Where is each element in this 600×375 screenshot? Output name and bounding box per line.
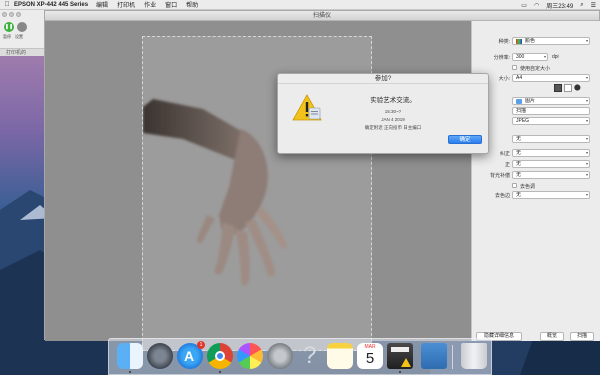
name-row: 扫描	[472, 107, 600, 116]
window-title: 扫描仪	[45, 11, 599, 21]
option-select-3[interactable]: 无 ▾	[512, 160, 590, 168]
folder-icon	[516, 99, 522, 104]
overview-button[interactable]: 概览	[540, 332, 564, 341]
name-input[interactable]: 扫描	[512, 107, 590, 115]
chevron-down-icon: ▾	[585, 118, 588, 123]
running-indicator	[399, 371, 401, 373]
close-icon[interactable]	[2, 12, 7, 17]
window-controls	[2, 12, 21, 17]
option-select-1[interactable]: 无 ▾	[512, 135, 590, 143]
warning-icon	[401, 358, 411, 367]
wifi-icon[interactable]: ◠	[534, 2, 539, 9]
menu-edit[interactable]: 编辑	[96, 0, 108, 9]
scan-settings-panel: 种类: 颜色 ▾ 分辨率: 300 ▾ dpi 使用自定大小 大小: A4 ▾	[471, 21, 600, 341]
warning-icon	[292, 94, 322, 121]
menu-bar:  EPSON XP-442 445 Series 编辑 打印机 作业 窗口 帮…	[0, 0, 600, 10]
settings-label: 设置	[15, 34, 23, 39]
trash-icon[interactable]	[461, 343, 487, 369]
option-row-1: 无 ▾	[472, 135, 600, 144]
apple-icon[interactable]: 	[0, 1, 14, 8]
backlight-row: 背光补偿 无 ▾	[489, 171, 590, 179]
alert-dialog: 参加? 实验艺术交流。 15:30~? JAN 4 2019 确定附近 正向投币…	[277, 73, 489, 154]
notes-icon[interactable]	[327, 343, 353, 369]
chevron-down-icon: ▾	[585, 192, 588, 197]
kind-select[interactable]: 颜色 ▾	[512, 37, 590, 45]
alert-date: JAN 4 2019	[381, 117, 405, 122]
spotlight-icon[interactable]: ⌕	[580, 2, 583, 9]
alert-note: 确定附近 正向投币 日主编口	[364, 125, 422, 130]
size-select[interactable]: A4 ▾	[512, 74, 590, 82]
pause-label: 暂停	[3, 34, 11, 39]
running-indicator	[219, 371, 221, 373]
option-row-3: 正 无 ▾	[504, 160, 590, 168]
menu-extras: ▭ ◠ 周三23:49 ⌕ ☰	[521, 0, 596, 10]
menu-app-name[interactable]: EPSON XP-442 445 Series	[14, 2, 88, 8]
scan-to-row: 图片 ▾	[472, 97, 600, 106]
threshold-select[interactable]: 无 ▾	[512, 191, 590, 199]
menu-printer[interactable]: 打印机	[117, 0, 135, 9]
chevron-down-icon: ▾	[585, 172, 588, 177]
menu-window[interactable]: 窗口	[165, 0, 177, 9]
option-select-2[interactable]: 无 ▾	[512, 149, 590, 157]
launchpad-icon[interactable]	[147, 343, 173, 369]
pause-printer-icon[interactable]: ❚❚	[4, 22, 14, 32]
finder-icon[interactable]	[117, 343, 143, 369]
alert-message: 实验艺术交流。	[370, 97, 416, 104]
orientation-row: ⬤	[472, 84, 600, 93]
notification-icon[interactable]: ☰	[591, 2, 596, 9]
gear-icon[interactable]	[17, 22, 27, 32]
chevron-down-icon: ▾	[585, 38, 588, 43]
calendar-icon[interactable]: MAR 5	[357, 343, 383, 369]
alert-time: 15:30~?	[384, 109, 402, 114]
alert-title: 参加?	[278, 74, 488, 84]
resolution-select[interactable]: 300 ▾	[512, 53, 548, 61]
printer-tab[interactable]: 打印机的	[0, 48, 48, 56]
custom-size-checkbox[interactable]	[512, 65, 517, 70]
size-row: 大小: A4 ▾	[498, 74, 590, 82]
help-icon[interactable]: ?	[297, 342, 323, 369]
menu-job[interactable]: 作业	[144, 0, 156, 9]
backlight-select[interactable]: 无 ▾	[512, 171, 590, 179]
scanner-app-icon[interactable]	[421, 343, 447, 369]
format-row: JPEG ▾	[472, 117, 600, 126]
ok-button[interactable]: 确定	[448, 135, 482, 144]
chevron-down-icon: ▾	[585, 161, 588, 166]
chevron-down-icon: ▾	[585, 75, 588, 80]
resolution-row: 分辨率: 300 ▾ dpi	[493, 53, 559, 61]
descreen-checkbox[interactable]	[512, 183, 517, 188]
chevron-down-icon: ▾	[585, 150, 588, 155]
color-swatch-icon	[516, 39, 522, 44]
clock-label[interactable]: 周三23:49	[546, 1, 573, 10]
dpi-label: dpi	[552, 54, 559, 60]
landscape-icon[interactable]	[564, 84, 572, 92]
custom-size-row: 使用自定大小	[472, 64, 600, 73]
format-select[interactable]: JPEG ▾	[512, 117, 590, 125]
scan-preview-area[interactable]	[45, 21, 471, 351]
scan-to-select[interactable]: 图片 ▾	[512, 97, 590, 105]
chrome-icon[interactable]	[207, 343, 233, 369]
threshold-row: 去色边 无 ▾	[494, 191, 590, 199]
chevron-down-icon: ▾	[585, 98, 588, 103]
printer-queue-window: ❚❚ 暂停 设置 打印机的	[0, 10, 48, 56]
printer-icon[interactable]	[387, 343, 413, 369]
system-preferences-icon[interactable]	[267, 343, 293, 369]
app-store-badge: 1	[197, 341, 205, 349]
rotate-icon[interactable]: ⬤	[574, 84, 581, 91]
chevron-down-icon: ▾	[543, 54, 546, 59]
battery-icon[interactable]: ▭	[521, 2, 527, 9]
dock: A 1 ? MAR 5	[108, 338, 492, 375]
portrait-icon[interactable]	[554, 84, 562, 92]
minimize-icon[interactable]	[9, 12, 14, 17]
kind-row: 种类: 颜色 ▾	[498, 37, 590, 45]
zoom-icon[interactable]	[16, 12, 21, 17]
option-row-2: 纠正 无 ▾	[499, 149, 590, 157]
scan-button[interactable]: 扫描	[570, 332, 594, 341]
descreen-row: 去色调	[472, 182, 600, 191]
menu-help[interactable]: 帮助	[186, 0, 198, 9]
scanner-window: 扫描仪 种类: 颜色 ▾ 分辨率: 300 ▾ dpi 使用自定大小 大小: A…	[44, 10, 600, 351]
dock-separator	[452, 345, 453, 369]
chevron-down-icon: ▾	[585, 136, 588, 141]
photos-icon[interactable]	[237, 343, 263, 369]
running-indicator	[129, 371, 131, 373]
